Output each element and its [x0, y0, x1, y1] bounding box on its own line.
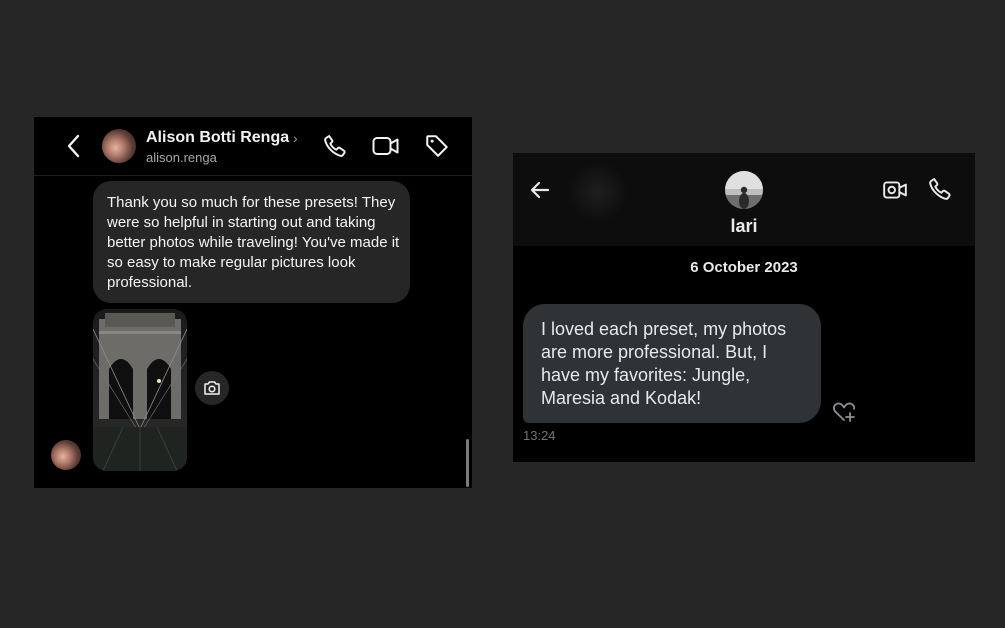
contact-avatar[interactable]: [102, 129, 136, 163]
phone-icon[interactable]: [322, 133, 348, 159]
contact-avatar[interactable]: [725, 171, 763, 209]
x-dm-screenshot: lari 6 October 2023 I loved each preset,…: [513, 153, 975, 462]
message-bubble[interactable]: Thank you so much for these presets! The…: [93, 181, 410, 303]
instagram-dm-screenshot: Alison Botti Renga › alison.renga Thank …: [34, 117, 472, 488]
scrollbar[interactable]: [466, 439, 469, 487]
chat-header: lari: [513, 153, 975, 246]
phone-icon[interactable]: [927, 176, 953, 202]
video-camera-icon[interactable]: [372, 134, 400, 158]
video-camera-icon[interactable]: [882, 177, 908, 203]
heart-plus-icon[interactable]: [831, 400, 857, 424]
back-chevron-icon[interactable]: [62, 133, 84, 159]
message-bubble[interactable]: I loved each preset, my photos are more …: [523, 304, 821, 423]
message-timestamp: 13:24: [523, 428, 556, 443]
contact-name[interactable]: lari: [513, 216, 975, 237]
sender-avatar[interactable]: [51, 440, 81, 470]
blurred-area: [568, 161, 628, 223]
back-arrow-icon[interactable]: [528, 178, 552, 202]
camera-icon[interactable]: [195, 371, 229, 405]
message-text: Thank you so much for these presets! The…: [107, 194, 400, 291]
date-separator: 6 October 2023: [690, 259, 798, 276]
profile-chevron-icon[interactable]: ›: [293, 130, 298, 146]
tag-icon[interactable]: [424, 133, 450, 159]
chat-header: Alison Botti Renga › alison.renga: [34, 117, 472, 176]
contact-name[interactable]: Alison Botti Renga: [146, 129, 289, 147]
shared-photo[interactable]: [93, 309, 187, 471]
message-text: I loved each preset, my photos are more …: [541, 319, 787, 408]
contact-username: alison.renga: [146, 150, 217, 165]
